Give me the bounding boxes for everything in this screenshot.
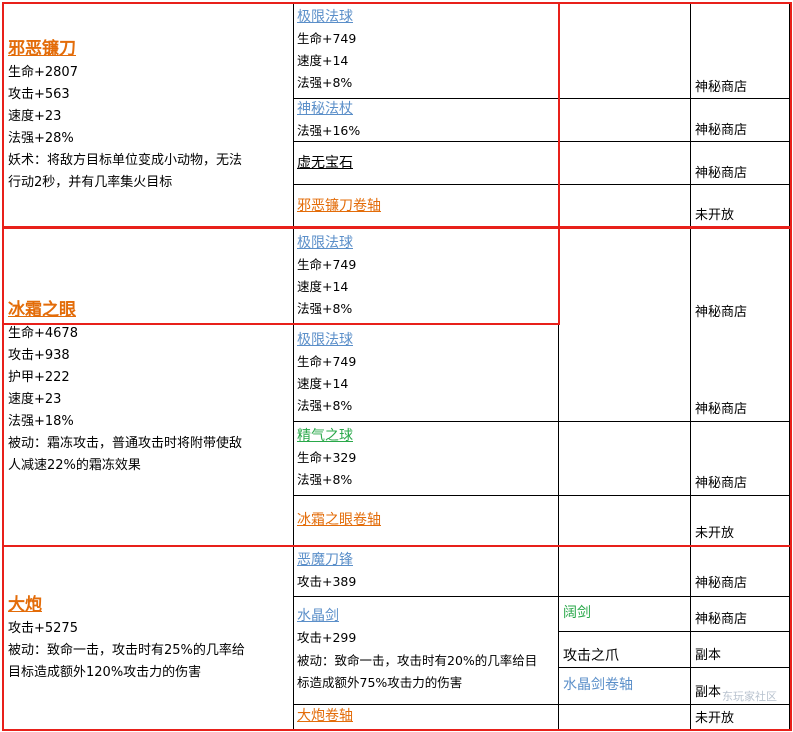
component-description: 标造成额外75%攻击力的伤害 bbox=[297, 675, 463, 690]
item-stat: 攻击+938 bbox=[8, 348, 70, 363]
component-stat: 速度+14 bbox=[297, 53, 349, 68]
source-label: 神秘商店 bbox=[695, 123, 748, 138]
component-stat: 法强+8% bbox=[297, 398, 353, 413]
source-label: 未开放 bbox=[695, 711, 735, 726]
component-link[interactable]: 神秘法杖 bbox=[297, 98, 353, 120]
component-stat: 法强+8% bbox=[297, 472, 353, 487]
item-stat: 护甲+222 bbox=[8, 370, 70, 385]
item-title: 冰霜之眼 bbox=[8, 300, 76, 320]
subpart-label: 阔剑 bbox=[563, 605, 591, 621]
component-stat: 攻击+299 bbox=[297, 630, 357, 645]
component-description: 被动：致命一击，攻击时有20%的几率给目 bbox=[297, 653, 538, 668]
component-link[interactable]: 恶魔刀锋 bbox=[297, 549, 353, 571]
source-label: 神秘商店 bbox=[695, 80, 748, 95]
item-stat: 攻击+5275 bbox=[8, 621, 78, 636]
item-description: 人减速22%的霜冻效果 bbox=[8, 458, 141, 473]
item-stat: 速度+23 bbox=[8, 392, 62, 407]
component-stat: 法强+16% bbox=[297, 123, 361, 138]
component-stat: 速度+14 bbox=[297, 376, 349, 391]
item-title: 大炮 bbox=[8, 595, 42, 615]
section-frame bbox=[2, 545, 792, 731]
component-stat: 法强+8% bbox=[297, 301, 353, 316]
component-stat: 生命+749 bbox=[297, 31, 357, 46]
component-link[interactable]: 极限法球 bbox=[297, 232, 353, 254]
item-description: 被动：霜冻攻击，普通攻击时将附带使敌 bbox=[8, 436, 243, 451]
component-link[interactable]: 极限法球 bbox=[297, 329, 353, 351]
component-stat: 攻击+389 bbox=[297, 574, 357, 589]
source-label: 神秘商店 bbox=[695, 166, 748, 181]
subpart-label: 攻击之爪 bbox=[563, 648, 619, 664]
component-link[interactable]: 冰霜之眼卷轴 bbox=[297, 509, 381, 531]
component-link[interactable]: 邪恶镰刀卷轴 bbox=[297, 195, 381, 217]
source-label: 神秘商店 bbox=[695, 576, 748, 591]
component-stat: 生命+749 bbox=[297, 354, 357, 369]
source-label: 副本 bbox=[695, 685, 722, 700]
item-recipe-table: 邪恶镰刀 生命+2807 攻击+563 速度+23 法强+28% 妖术：将敌方目… bbox=[0, 0, 793, 732]
component-stat: 生命+329 bbox=[297, 450, 357, 465]
section-frame bbox=[2, 227, 792, 547]
component-link[interactable]: 大炮卷轴 bbox=[297, 705, 353, 727]
component-link[interactable]: 虚无宝石 bbox=[297, 152, 353, 174]
component-stat: 生命+749 bbox=[297, 257, 357, 272]
subpart-label: 水晶剑卷轴 bbox=[563, 677, 633, 693]
source-label: 未开放 bbox=[695, 526, 735, 541]
item-title: 邪恶镰刀 bbox=[8, 39, 76, 59]
source-label: 神秘商店 bbox=[695, 402, 748, 417]
item-stat: 生命+2807 bbox=[8, 65, 78, 80]
component-link[interactable]: 水晶剑 bbox=[297, 605, 339, 627]
component-stat: 法强+8% bbox=[297, 75, 353, 90]
section-frame bbox=[2, 2, 792, 228]
component-link[interactable]: 精气之球 bbox=[297, 425, 353, 447]
item-description: 被动：致命一击，攻击时有25%的几率给 bbox=[8, 643, 245, 658]
source-label: 神秘商店 bbox=[695, 476, 748, 491]
source-label: 未开放 bbox=[695, 208, 735, 223]
item-stat: 法强+18% bbox=[8, 414, 74, 429]
item-stat: 生命+4678 bbox=[8, 326, 78, 341]
item-description: 行动2秒，并有几率集火目标 bbox=[8, 175, 173, 190]
item-description: 妖术：将敌方目标单位变成小动物，无法 bbox=[8, 153, 243, 168]
item-stat: 法强+28% bbox=[8, 131, 74, 146]
watermark: 东玩家社区 bbox=[722, 690, 777, 703]
component-link[interactable]: 极限法球 bbox=[297, 6, 353, 28]
source-label: 神秘商店 bbox=[695, 612, 748, 627]
component-stat: 速度+14 bbox=[297, 279, 349, 294]
source-label: 副本 bbox=[695, 648, 722, 663]
source-label: 神秘商店 bbox=[695, 305, 748, 320]
item-stat: 攻击+563 bbox=[8, 87, 70, 102]
item-stat: 速度+23 bbox=[8, 109, 62, 124]
item-description: 目标造成额外120%攻击力的伤害 bbox=[8, 665, 202, 680]
